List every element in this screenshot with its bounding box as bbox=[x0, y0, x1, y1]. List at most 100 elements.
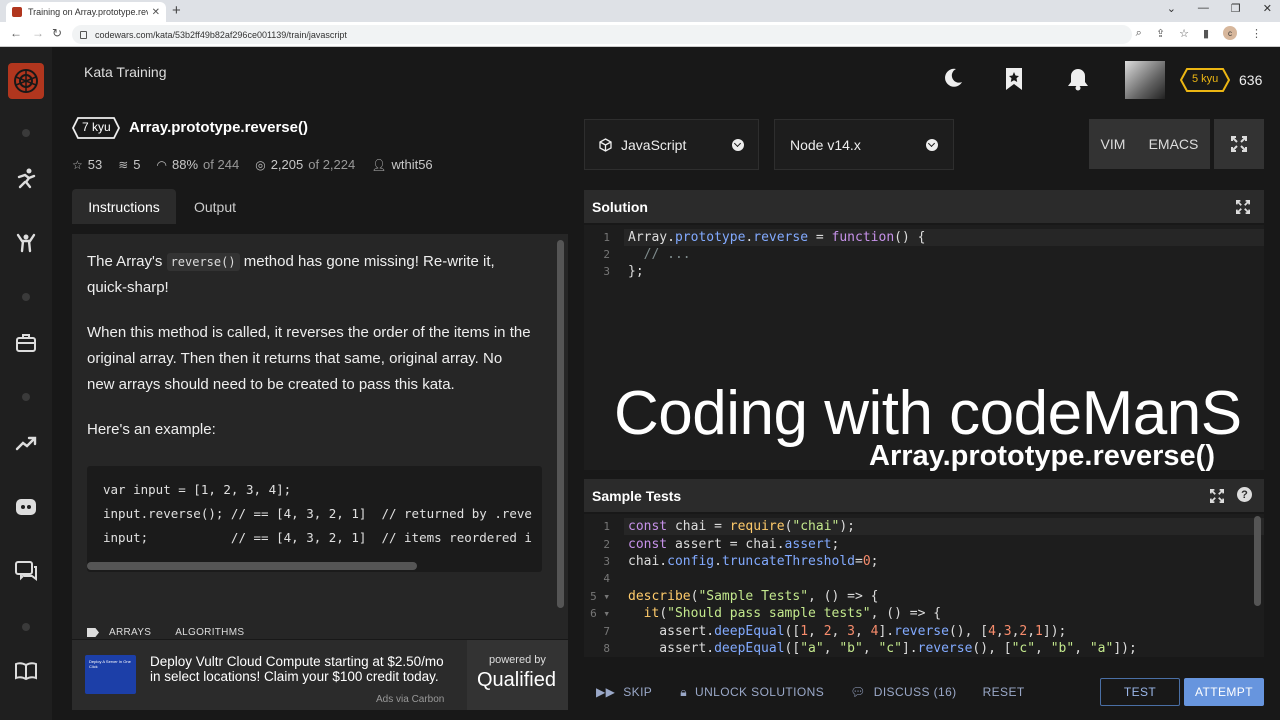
notifications-bell-icon[interactable] bbox=[1066, 67, 1090, 96]
code-line: const chai = require("chai"); bbox=[628, 519, 856, 534]
sample-tests-title: Sample Tests bbox=[592, 488, 682, 504]
lock-icon bbox=[80, 30, 87, 39]
line-number: 4 bbox=[603, 572, 610, 585]
line-number: 3 bbox=[603, 555, 610, 568]
collections-stat[interactable]: ≋ 5 bbox=[118, 157, 140, 172]
reload-icon[interactable]: ↻ bbox=[52, 26, 62, 40]
browser-menu-icon[interactable]: ⋮ bbox=[1251, 27, 1262, 40]
code-horizontal-scrollbar[interactable] bbox=[87, 562, 417, 570]
line-number: 8 bbox=[603, 642, 610, 655]
unlock-solutions-button[interactable]: 🔒︎ UNLOCK SOLUTIONS bbox=[680, 685, 824, 700]
version-select[interactable]: Node v14.x bbox=[774, 119, 954, 170]
browser-tabbar: Training on Array.prototype.reve ✕ + ⌄ —… bbox=[0, 0, 1280, 22]
discuss-button[interactable]: 💬︎ DISCUSS (16) bbox=[850, 685, 956, 699]
user-avatar[interactable] bbox=[1125, 61, 1165, 99]
rank-badge[interactable]: 5 kyu bbox=[1180, 68, 1230, 92]
honor-count: 636 bbox=[1239, 72, 1263, 88]
bookmark-star-icon[interactable]: ☆ bbox=[1179, 27, 1189, 40]
close-tab-icon[interactable]: ✕ bbox=[152, 7, 160, 18]
vim-mode-button[interactable]: VIM bbox=[1089, 119, 1137, 169]
ad-text[interactable]: Deploy Vultr Cloud Compute starting at $… bbox=[150, 654, 450, 684]
skip-button[interactable]: ▶▶ SKIP bbox=[596, 685, 652, 699]
instructions-scrollbar[interactable] bbox=[557, 240, 564, 608]
dark-mode-moon-icon[interactable] bbox=[942, 67, 964, 94]
trending-icon[interactable] bbox=[14, 431, 38, 455]
tests-scrollbar[interactable] bbox=[1254, 516, 1261, 606]
comments-icon: 💬︎ bbox=[850, 685, 866, 699]
url-input[interactable]: codewars.com/kata/53b2ff49b82af296ce0011… bbox=[72, 25, 1132, 44]
kata-stats: ☆ 53 ≋ 5 ◠ 88% of 244 ◎ 2,205 of 2,224 👤︎ wth… bbox=[72, 157, 433, 172]
ad-via[interactable]: Ads via Carbon bbox=[376, 694, 444, 705]
minimize-icon[interactable]: — bbox=[1198, 2, 1209, 15]
new-tab-icon[interactable]: + bbox=[172, 2, 181, 19]
author-stat[interactable]: 👤︎ wthit56 bbox=[371, 157, 432, 172]
carbon-ad[interactable]: Deploy A Server In One Click Deploy Vult… bbox=[72, 640, 568, 710]
forward-icon[interactable]: → bbox=[32, 26, 44, 40]
docs-book-icon[interactable] bbox=[14, 659, 38, 683]
line-number: 3 bbox=[603, 265, 610, 278]
restore-icon[interactable]: ❐ bbox=[1231, 2, 1241, 15]
description-paragraph: The Array's reverse() method has gone mi… bbox=[87, 249, 532, 301]
code-line: input.reverse(); // == [4, 3, 2, 1] // r… bbox=[103, 506, 532, 521]
language-value: JavaScript bbox=[621, 136, 687, 153]
emacs-mode-button[interactable]: EMACS bbox=[1137, 119, 1210, 169]
code-line: }; bbox=[628, 264, 644, 279]
sidebar-dot bbox=[22, 129, 30, 137]
code-line: var input = [1, 2, 3, 4]; bbox=[103, 482, 292, 497]
language-select[interactable]: JavaScript bbox=[584, 119, 759, 170]
tag-algorithms[interactable]: ALGORITHMS bbox=[175, 627, 244, 638]
kyu-badge: 7 kyu bbox=[72, 117, 120, 139]
code-line: input; // == [4, 3, 2, 1] // items reord… bbox=[103, 530, 532, 545]
sample-tests-editor[interactable]: 1 2 3 4 5 ▾ 6 ▾ 7 8 const chai = require… bbox=[584, 514, 1264, 657]
stars-count: 53 bbox=[87, 157, 103, 172]
satisfaction-pct: 88% bbox=[172, 157, 199, 172]
reset-button[interactable]: RESET bbox=[983, 685, 1025, 699]
browser-toolbar-icons: ⌕ ⇪ ☆ ▮ c ⋮ bbox=[1136, 26, 1262, 40]
profile-avatar[interactable]: c bbox=[1223, 26, 1237, 40]
tab-output[interactable]: Output bbox=[180, 189, 250, 224]
practice-icon[interactable] bbox=[14, 231, 38, 255]
skip-icon: ▶▶ bbox=[596, 685, 616, 699]
tab-search-icon[interactable]: ⌄ bbox=[1167, 2, 1176, 15]
zoom-icon[interactable]: ⌕ bbox=[1136, 27, 1142, 40]
expand-icon bbox=[1231, 136, 1247, 152]
satisfaction-total: of 244 bbox=[203, 157, 240, 172]
stars-stat[interactable]: ☆ 53 bbox=[72, 157, 102, 172]
test-button[interactable]: TEST bbox=[1100, 678, 1180, 706]
bookmarks-icon[interactable] bbox=[1004, 67, 1024, 96]
inline-code: reverse() bbox=[166, 253, 240, 271]
training-icon[interactable] bbox=[14, 167, 38, 191]
fullscreen-button[interactable] bbox=[1214, 119, 1264, 169]
target-icon: ◎ bbox=[255, 157, 266, 172]
help-icon[interactable]: ? bbox=[1237, 487, 1252, 502]
expand-icon[interactable] bbox=[1210, 489, 1224, 503]
collections-count: 5 bbox=[133, 157, 141, 172]
line-number: 1 bbox=[603, 520, 610, 533]
sidebar-dot bbox=[22, 393, 30, 401]
description-paragraph: Here's an example: bbox=[87, 421, 216, 438]
share-icon[interactable]: ⇪ bbox=[1156, 27, 1165, 40]
expand-icon[interactable] bbox=[1236, 200, 1250, 214]
back-icon[interactable]: ← bbox=[10, 26, 22, 40]
language-cube-icon bbox=[599, 137, 612, 152]
powered-by-label: powered by bbox=[489, 654, 546, 666]
codewars-logo-icon[interactable] bbox=[8, 63, 44, 99]
close-window-icon[interactable]: ✕ bbox=[1263, 2, 1272, 15]
chevron-down-icon bbox=[926, 138, 938, 151]
address-bar: ← → ↻ codewars.com/kata/53b2ff49b82af296… bbox=[0, 22, 1280, 47]
chat-icon[interactable] bbox=[14, 559, 38, 583]
tag-arrays[interactable]: ARRAYS bbox=[109, 627, 151, 638]
sidepanel-icon[interactable]: ▮ bbox=[1203, 27, 1209, 40]
ad-thumbnail[interactable]: Deploy A Server In One Click bbox=[85, 655, 136, 694]
browser-tab[interactable]: Training on Array.prototype.reve ✕ bbox=[6, 2, 166, 22]
chevron-down-icon bbox=[732, 138, 744, 151]
attempt-button[interactable]: ATTEMPT bbox=[1184, 678, 1264, 706]
briefcase-icon[interactable] bbox=[14, 331, 38, 355]
discord-icon[interactable] bbox=[14, 495, 38, 519]
tab-instructions[interactable]: Instructions bbox=[72, 189, 176, 224]
code-line: assert.deepEqual([1, 2, 3, 4].reverse(),… bbox=[628, 624, 1067, 639]
description-text: The Array's bbox=[87, 253, 163, 270]
author-name: wthit56 bbox=[391, 157, 433, 172]
powered-by-box[interactable]: powered by Qualified bbox=[467, 640, 568, 710]
discuss-label: DISCUSS (16) bbox=[873, 685, 957, 699]
